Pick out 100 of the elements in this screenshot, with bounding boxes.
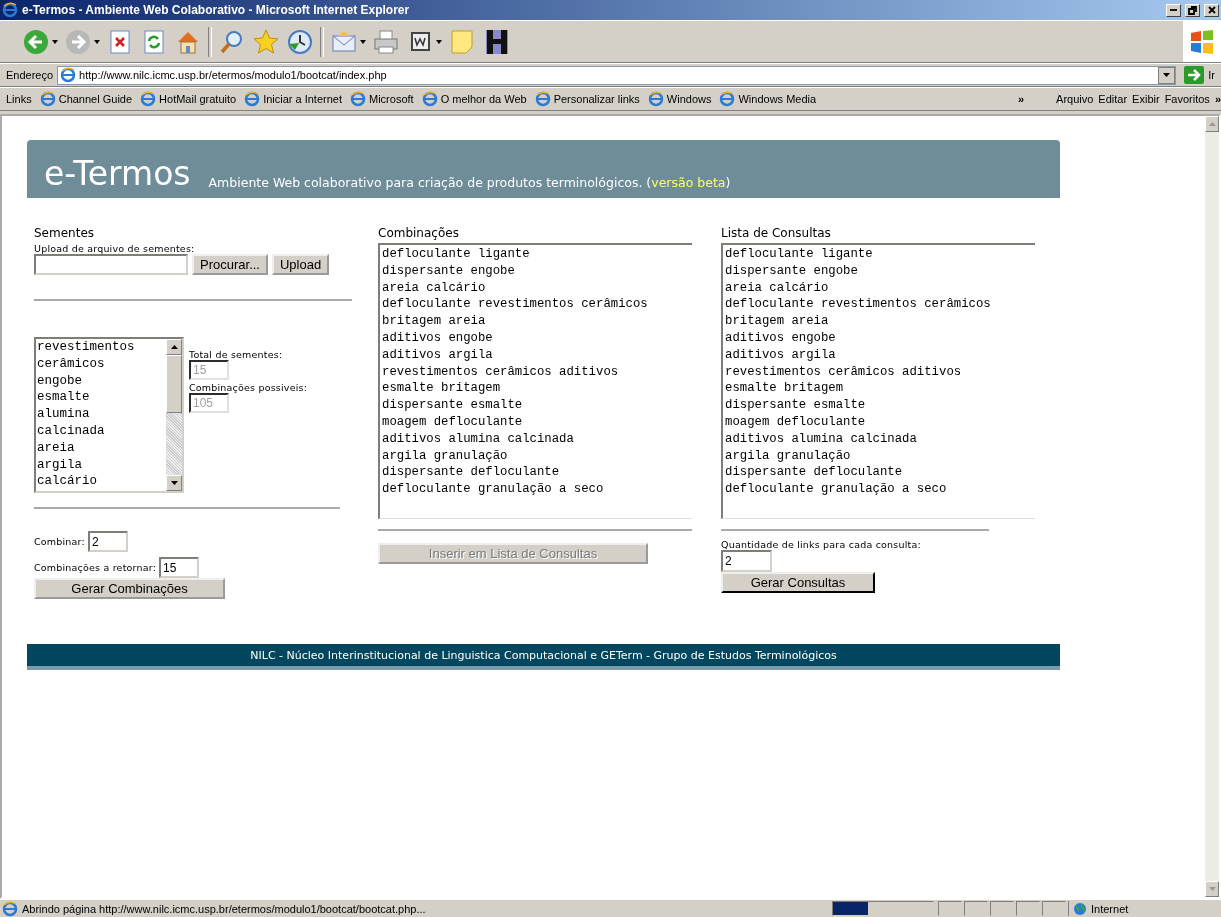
- page-icon: [2, 900, 18, 917]
- text-line: aditivos engobe: [725, 330, 837, 347]
- dropdown-arrow-icon[interactable]: [94, 39, 100, 44]
- site-logo: e-Termos: [44, 157, 191, 190]
- text-line: argila granulação: [725, 447, 852, 465]
- scrollbar[interactable]: [166, 339, 182, 491]
- minimize-button[interactable]: [1166, 3, 1181, 17]
- list-item[interactable]: cerâmicos: [37, 355, 166, 373]
- text-line: moagem defloculante: [725, 413, 867, 431]
- text-line: esmalte britagem: [725, 380, 845, 398]
- more-button[interactable]: »: [1214, 93, 1221, 105]
- file-field[interactable]: [34, 254, 188, 275]
- field-label: Combinações a retornar:: [34, 562, 157, 573]
- link-button[interactable]: Microsoft: [350, 91, 414, 107]
- link-button[interactable]: Channel Guide: [39, 91, 133, 107]
- dropdown-arrow-icon[interactable]: [52, 39, 58, 44]
- close-button[interactable]: [1204, 3, 1219, 17]
- windows-flag-icon: [1189, 28, 1215, 55]
- site-subtitle: Ambiente Web colaborativo para criação de produtos terminológicos. (versão beta): [208, 175, 731, 190]
- text-line: defloculante granulação a seco: [382, 481, 605, 498]
- star-icon[interactable]: [252, 27, 280, 56]
- text-area[interactable]: [378, 243, 692, 519]
- menu-item[interactable]: Editar: [1098, 93, 1128, 105]
- footer-text: NILC - Núcleo Interinstitucional de Linguistica Computacional e GETerm - Grupo de Estudos Terminológicos: [27, 644, 1060, 670]
- combinations-field: 105: [189, 393, 229, 413]
- section-title: Combinações: [378, 226, 460, 240]
- text-line: defloculante ligante: [382, 246, 531, 263]
- dropdown-arrow-icon[interactable]: [360, 39, 366, 44]
- list-item[interactable]: areia: [37, 439, 166, 457]
- address-label: Endereço: [6, 69, 54, 81]
- restore-button[interactable]: [1185, 3, 1200, 17]
- status-panel: [1016, 901, 1040, 916]
- browse-button[interactable]: Procurar...: [192, 254, 268, 275]
- menu-item[interactable]: Arquivo: [1056, 93, 1094, 105]
- list-item[interactable]: esmalte: [37, 389, 166, 407]
- link-button[interactable]: Iniciar a Internet: [244, 91, 342, 107]
- field-label: Combinações possiveis:: [189, 382, 308, 393]
- menu-item[interactable]: Favoritos: [1164, 93, 1210, 105]
- text-line: aditivos engobe: [382, 330, 494, 347]
- link-button[interactable]: Personalizar links: [534, 91, 640, 107]
- status-panel: [938, 901, 962, 916]
- text-line: aditivos argila: [382, 346, 494, 364]
- text-line: revestimentos cerâmicos aditivos: [725, 363, 963, 381]
- list-item[interactable]: calcinada: [37, 423, 166, 440]
- browser-icon: [2, 2, 18, 18]
- dropdown-arrow-icon[interactable]: [436, 39, 442, 44]
- list-item[interactable]: calcário: [37, 473, 166, 491]
- links-count-field[interactable]: 2: [721, 550, 772, 572]
- restore-icon: [1188, 5, 1197, 15]
- status-text: Abrindo página http://www.nilc.icmc.usp.br/etermos/modulo1/bootcat/bootcat.php...: [22, 902, 426, 915]
- text-line: dispersante engobe: [382, 262, 516, 280]
- upload-button[interactable]: Upload: [271, 254, 330, 275]
- arrow-icon: [1184, 66, 1205, 84]
- field-label: Total de sementes:: [189, 349, 284, 360]
- total-field: 15: [189, 360, 229, 380]
- text-line: aditivos alumina calcinada: [725, 430, 918, 448]
- printer-icon[interactable]: [372, 27, 400, 56]
- text-line: dispersante engobe: [725, 262, 859, 280]
- dropdown-arrow-icon[interactable]: [1163, 73, 1171, 77]
- text-line: defloculante granulação a seco: [725, 481, 948, 498]
- page-icon: [719, 91, 736, 107]
- globe-icon: [1073, 901, 1087, 916]
- go-button[interactable]: Ir: [1180, 66, 1221, 84]
- field-label: Upload de arquivo de sementes:: [34, 243, 196, 254]
- more-button[interactable]: »: [1017, 93, 1025, 105]
- return-field[interactable]: 15: [159, 557, 200, 578]
- generate-button[interactable]: Gerar Combinações: [34, 578, 225, 599]
- text-line: britagem areia: [725, 313, 830, 330]
- text-line: esmalte britagem: [382, 380, 502, 398]
- minimize-icon: [1170, 9, 1177, 11]
- page-icon: [140, 91, 157, 107]
- address-field[interactable]: http://www.nilc.icmc.usp.br/etermos/modulo1/bootcat/index.php: [57, 65, 1177, 85]
- link-button[interactable]: Windows Media: [719, 91, 817, 107]
- text-line: areia calcário: [382, 279, 487, 297]
- menu-item[interactable]: Exibir: [1132, 93, 1160, 105]
- combine-field[interactable]: 2: [87, 531, 128, 552]
- close-icon: [1207, 6, 1216, 14]
- up-arrow-icon[interactable]: [170, 345, 178, 349]
- status-panel: [1042, 901, 1066, 916]
- page-icon: [647, 91, 664, 107]
- text-line: moagem defloculante: [382, 413, 524, 431]
- text-line: argila granulação: [382, 447, 509, 465]
- list-item[interactable]: argila: [37, 456, 166, 474]
- list-item[interactable]: engobe: [37, 372, 166, 390]
- down-arrow-icon[interactable]: [170, 481, 178, 485]
- text-line: areia calcário: [725, 279, 830, 297]
- section-title: Lista de Consultas: [721, 226, 832, 240]
- list-item[interactable]: alumina: [37, 406, 166, 423]
- generate-queries-button[interactable]: Gerar Consultas: [721, 572, 875, 593]
- field-label: Quantidade de links para cada consulta:: [721, 539, 922, 550]
- link-button[interactable]: O melhor da Web: [421, 91, 527, 107]
- link-button[interactable]: Windows: [647, 91, 712, 107]
- page-icon: [534, 91, 551, 107]
- text-line: revestimentos cerâmicos aditivos: [382, 363, 620, 381]
- history-icon[interactable]: [286, 27, 314, 56]
- links-label: Links: [6, 93, 32, 105]
- list-item[interactable]: revestimentos: [37, 339, 166, 356]
- link-button[interactable]: HotMail gratuito: [140, 91, 237, 107]
- seed-list[interactable]: revestimentos cerâmicos engobe esmalte alumina calcinada areia argila calcário: [34, 337, 184, 493]
- text-area[interactable]: [721, 243, 1035, 519]
